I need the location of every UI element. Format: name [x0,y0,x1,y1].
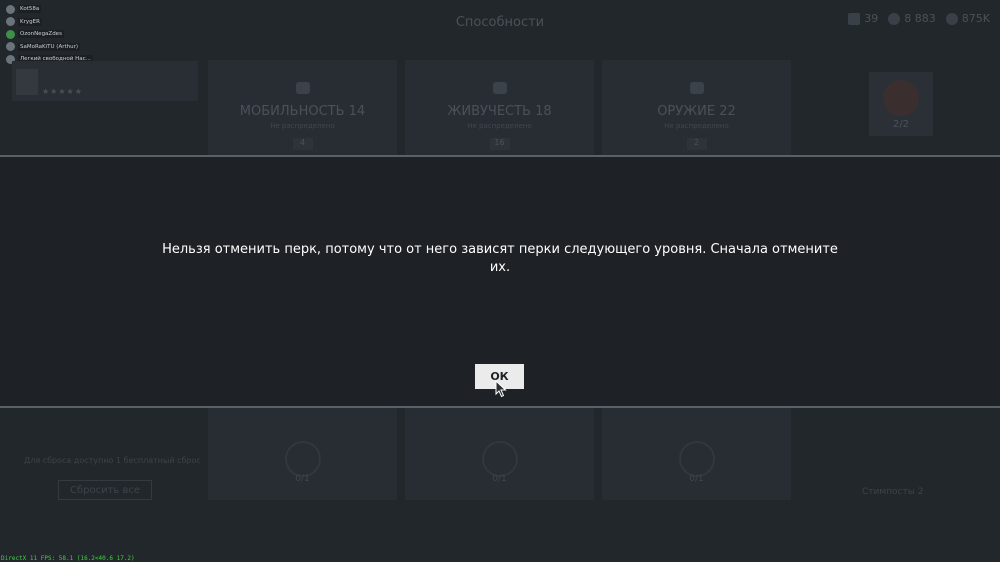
avatar [16,69,38,95]
avatar [6,29,15,39]
party-member: KrygER [6,16,93,29]
avatar [6,17,15,27]
skill-card-title: ЖИВУЧЕСТЬ 18 [447,104,552,119]
mobility-icon [295,82,310,94]
credit-value: 875K [961,12,990,25]
perk-card: 0/1 [208,408,397,500]
helmet-count: 2/2 [892,119,910,130]
reset-all-button: Сбросить все [58,480,152,500]
skill-card-count: 16 [489,138,510,150]
rank-stars-icon: ★★★★★ [42,87,83,96]
perk-card: 0/1 [602,408,791,500]
reset-note: Для сброса доступно 1 бесплатный сброс [24,456,201,465]
party-member-name: KrygER [18,17,42,26]
token-icon [848,12,861,25]
currency-coin: 8 883 [888,12,936,25]
coin-value: 8 883 [904,12,936,25]
party-member-name: OzonNegaZdes [18,30,64,39]
currency-bar: 39 8 883 875K [848,12,990,25]
mouse-cursor-icon [495,380,507,398]
heart-shield-icon [481,441,518,477]
dialog-message: Нельзя отменить перк, потому что от него… [162,242,838,275]
credit-icon [945,12,958,25]
heart-icon [492,82,507,94]
helmet-slot: 2/2 [869,72,933,136]
crosshair-icon [678,441,715,477]
fps-counter: DirectX 11 FPS: 58.1 (16.2<40.6 17.2) [1,555,135,562]
party-member: SaMoRaKiTU (Arthur) [6,41,93,54]
token-value: 39 [864,12,879,25]
party-member-name: SaMoRaKiTU (Arthur) [18,42,81,51]
party-list: Kot58a KrygER OzonNegaZdes SaMoRaKiTU (A… [6,3,93,66]
skill-card-weapon: ОРУЖИЕ 22 Не распределено 2 [602,60,791,155]
skill-card-title: ОРУЖИЕ 22 [657,104,736,119]
skill-card-subtitle: Не распределено [664,122,729,130]
skill-card-count: 2 [686,138,707,150]
avatar [6,42,15,52]
skill-card-subtitle: Не распределено [270,122,335,130]
confirm-dialog: Нельзя отменить перк, потому что от него… [0,155,1000,408]
avatar [6,4,15,14]
skill-card-subtitle: Не распределено [467,122,532,130]
skill-card-count: 4 [292,138,313,150]
currency-token: 39 [848,12,878,25]
perk-count: 0/1 [492,474,507,484]
skill-card-title: МОБИЛЬНОСТЬ 14 [239,104,366,119]
party-member: OzonNegaZdes [6,28,93,41]
skill-card-mobility: МОБИЛЬНОСТЬ 14 Не распределено 4 [208,60,397,155]
runner-icon [284,441,321,477]
currency-credit: 875K [945,12,990,25]
party-member-name: Kot58a [18,5,42,14]
skill-card-vitality: ЖИВУЧЕСТЬ 18 Не распределено 16 [405,60,594,155]
player-profile: ★★★★★ [12,61,198,101]
coin-icon [888,12,901,25]
helmet-icon [883,80,919,116]
perk-card: 0/1 [405,408,594,500]
skills-count: Стимпосты 2 [862,487,924,497]
party-member: Kot58a [6,3,93,16]
perk-count: 0/1 [295,474,310,484]
perk-count: 0/1 [689,474,704,484]
weapon-icon [689,82,704,94]
